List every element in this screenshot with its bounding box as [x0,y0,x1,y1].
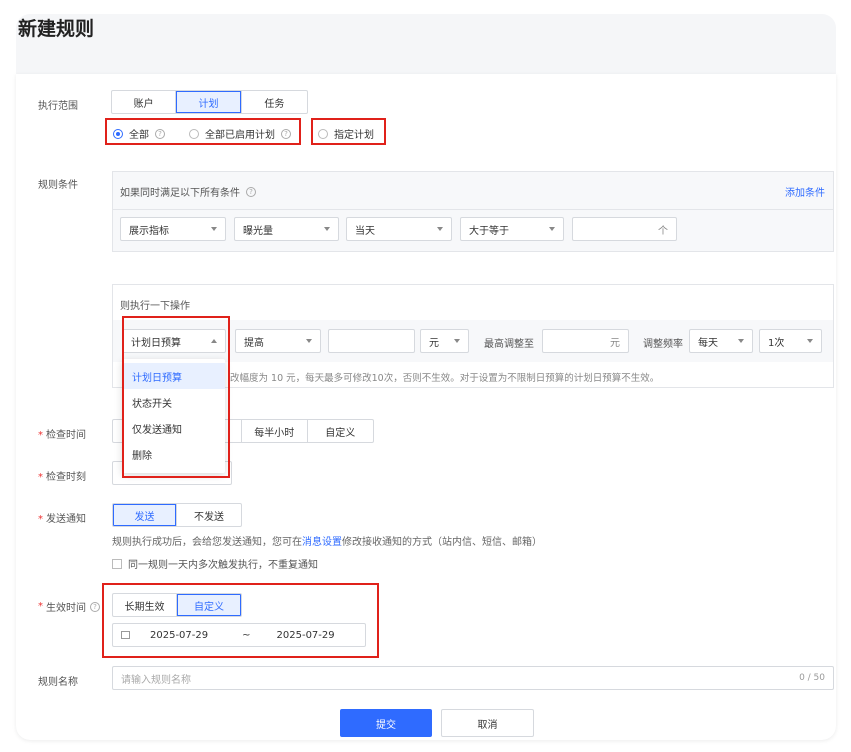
effective-label-text: 生效时间 [46,603,86,614]
tab-plan[interactable]: 计划 [176,91,242,113]
page-title: 新建规则 [18,18,95,40]
radio-all-enabled[interactable]: 全部已启用计划 ? [189,126,291,141]
conditions-header-text: 如果同时满足以下所有条件 [120,188,240,199]
cancel-button[interactable]: 取消 [441,709,534,737]
date-range-picker[interactable]: 2025-07-29 ~ 2025-07-29 [112,623,366,647]
freq-label: 调整频率 [643,339,683,350]
period-value: 当天 [355,225,375,237]
chevron-down-icon [807,339,813,343]
check-moment-label: * 检查时刻 [38,472,86,483]
char-counter: 0 / 50 [799,673,825,683]
radio-dot [318,128,328,139]
submit-button[interactable]: 提交 [340,709,432,737]
notify-help: 规则执行成功后，会给您发送通知，您可在消息设置修改接收通知的方式（站内信、短信、… [112,533,542,548]
radio-all-enabled-label: 全部已启用计划 [205,130,275,141]
actions-note: 改幅度为 10 元，每天最多可修改10次，否则不生效。对于设置为不限制日预算的计… [230,373,660,384]
max-label: 最高调整至 [484,339,534,350]
tab-task[interactable]: 任务 [242,91,307,113]
tab-half-hour[interactable]: 每半小时 [242,420,308,442]
radio-specified[interactable]: 指定计划 [318,126,374,141]
scope-label: 执行范围 [38,101,78,112]
no-repeat-notify-checkbox[interactable]: 同一规则一天内多次触发执行，不重复通知 [112,556,318,571]
chevron-down-icon [437,227,443,231]
max-unit: 元 [610,337,620,349]
tab-send[interactable]: 发送 [113,504,177,526]
effective-label: * 生效时间? [38,599,100,614]
radio-all-label: 全部 [129,130,149,141]
amount-input[interactable] [328,329,415,353]
checkbox-box [112,558,122,569]
chevron-down-icon [306,339,312,343]
message-settings-link[interactable]: 消息设置 [302,537,342,548]
max-input[interactable]: 元 [542,329,629,353]
currency-value: 元 [429,337,439,349]
calendar-icon [121,631,130,639]
rule-name-input[interactable]: 请输入规则名称 0 / 50 [112,666,834,690]
freq-count-select[interactable]: 1次 [759,329,822,353]
actions-header: 则执行一下操作 [120,301,190,312]
rule-name-label: 规则名称 [38,677,78,688]
notify-label: * 发送通知 [38,514,86,525]
radio-all[interactable]: 全部 ? [113,126,165,141]
radio-dot-selected [113,128,123,139]
chevron-down-icon [454,339,460,343]
effective-tabs: 长期生效 自定义 [112,593,242,617]
highlight-box-actions [122,316,230,478]
period-select[interactable]: 当天 [346,217,452,241]
radio-specified-label: 指定计划 [334,130,374,141]
check-time-label: * 检查时间 [38,430,86,441]
currency-select[interactable]: 元 [420,329,469,353]
freq-period-select[interactable]: 每天 [689,329,753,353]
notify-label-text: 发送通知 [46,514,86,525]
divider [113,209,833,210]
conditions-header: 如果同时满足以下所有条件 ? [120,184,256,199]
notify-help-text: 规则执行成功后，会给您发送通知，您可在 [112,537,302,548]
metric-type-value: 展示指标 [129,225,169,237]
help-icon: ? [281,128,291,139]
help-icon: ? [90,601,100,612]
check-moment-label-text: 检查时刻 [46,472,86,483]
threshold-unit: 个 [658,225,668,237]
start-date[interactable]: 2025-07-29 [150,630,208,641]
metric-select[interactable]: 曝光量 [234,217,339,241]
add-condition-link[interactable]: 添加条件 [785,184,825,199]
metric-value: 曝光量 [243,225,273,237]
no-repeat-notify-label: 同一规则一天内多次触发执行，不重复通知 [128,560,318,571]
chevron-down-icon [549,227,555,231]
freq-count-value: 1次 [768,337,785,349]
metric-type-select[interactable]: 展示指标 [120,217,226,241]
tab-custom-check[interactable]: 自定义 [308,420,374,442]
threshold-input[interactable]: 个 [572,217,677,241]
operator-value: 大于等于 [469,225,509,237]
tab-account[interactable]: 账户 [112,91,177,113]
radio-dot [189,128,199,139]
chevron-down-icon [738,339,744,343]
rule-name-placeholder: 请输入规则名称 [121,674,191,686]
direction-value: 提高 [244,337,264,349]
chevron-down-icon [211,227,217,231]
freq-period-value: 每天 [698,337,718,349]
chevron-down-icon [324,227,330,231]
date-separator: ~ [242,629,251,641]
tab-no-send[interactable]: 不发送 [177,504,241,526]
check-time-label-text: 检查时间 [46,430,86,441]
end-date[interactable]: 2025-07-29 [277,630,335,641]
operator-select[interactable]: 大于等于 [460,217,564,241]
notify-tabs: 发送 不发送 [112,503,242,527]
notify-help-text-end: 修改接收通知的方式（站内信、短信、邮箱） [342,537,542,548]
tab-long-term[interactable]: 长期生效 [113,594,177,616]
help-icon: ? [246,186,256,197]
direction-select[interactable]: 提高 [235,329,321,353]
help-icon: ? [155,128,165,139]
scope-tabs: 账户 计划 任务 [111,90,308,114]
tab-custom-effective[interactable]: 自定义 [177,594,241,616]
conditions-label: 规则条件 [38,180,78,191]
